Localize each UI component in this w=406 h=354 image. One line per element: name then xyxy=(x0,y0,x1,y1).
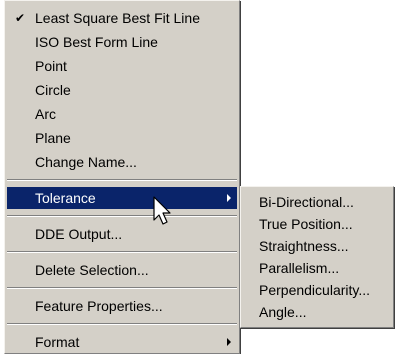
mouse-pointer-icon xyxy=(153,196,171,225)
menu-item-label: Circle xyxy=(35,82,71,98)
menu-item-label: Plane xyxy=(35,130,71,146)
submenu-arrow-icon xyxy=(227,194,231,202)
menu-item-label: Delete Selection... xyxy=(35,262,149,278)
menu-item-label: Change Name... xyxy=(35,154,137,170)
submenu-item-straightness[interactable]: Straightness... xyxy=(243,235,391,257)
menu-item-delete-selection[interactable]: Delete Selection... xyxy=(7,259,237,281)
tolerance-submenu: Bi-Directional... True Position... Strai… xyxy=(240,186,394,328)
menu-item-label: ISO Best Form Line xyxy=(35,34,158,50)
menu-item-label: Straightness... xyxy=(259,238,349,254)
submenu-arrow-icon xyxy=(227,338,231,346)
submenu-item-true-position[interactable]: True Position... xyxy=(243,213,391,235)
menu-item-label: Tolerance xyxy=(35,190,96,206)
submenu-item-bi-directional[interactable]: Bi-Directional... xyxy=(243,191,391,213)
menu-item-label: Feature Properties... xyxy=(35,298,163,314)
menu-item-label: Format xyxy=(35,334,80,350)
menu-item-label: Point xyxy=(35,58,67,74)
menu-item-feature-properties[interactable]: Feature Properties... xyxy=(7,295,237,317)
menu-separator xyxy=(7,287,237,289)
menu-item-point[interactable]: Point xyxy=(7,55,237,77)
context-menu: ✔ Least Square Best Fit Line ISO Best Fo… xyxy=(4,0,240,354)
menu-item-label: Arc xyxy=(35,106,56,122)
menu-item-tolerance[interactable]: Tolerance xyxy=(7,187,237,209)
menu-item-format[interactable]: Format xyxy=(7,331,237,353)
menu-item-arc[interactable]: Arc xyxy=(7,103,237,125)
submenu-item-perpendicularity[interactable]: Perpendicularity... xyxy=(243,279,391,301)
menu-separator xyxy=(7,215,237,217)
checkmark-icon: ✔ xyxy=(15,11,26,25)
menu-item-label: Perpendicularity... xyxy=(259,282,371,298)
menu-item-label: Angle... xyxy=(259,304,307,320)
menu-item-change-name[interactable]: Change Name... xyxy=(7,151,237,173)
menu-separator xyxy=(7,323,237,325)
menu-item-label: Least Square Best Fit Line xyxy=(35,10,200,26)
menu-item-label: DDE Output... xyxy=(35,226,123,242)
menu-item-iso-best-form-line[interactable]: ISO Best Form Line xyxy=(7,31,237,53)
menu-item-least-square-best-fit-line[interactable]: ✔ Least Square Best Fit Line xyxy=(7,7,237,29)
menu-separator xyxy=(7,251,237,253)
menu-item-label: Parallelism... xyxy=(259,260,340,276)
submenu-item-parallelism[interactable]: Parallelism... xyxy=(243,257,391,279)
menu-item-label: True Position... xyxy=(259,216,353,232)
menu-item-dde-output[interactable]: DDE Output... xyxy=(7,223,237,245)
menu-item-label: Bi-Directional... xyxy=(259,194,354,210)
menu-separator xyxy=(7,179,237,181)
menu-item-plane[interactable]: Plane xyxy=(7,127,237,149)
submenu-item-angle[interactable]: Angle... xyxy=(243,301,391,323)
menu-item-circle[interactable]: Circle xyxy=(7,79,237,101)
